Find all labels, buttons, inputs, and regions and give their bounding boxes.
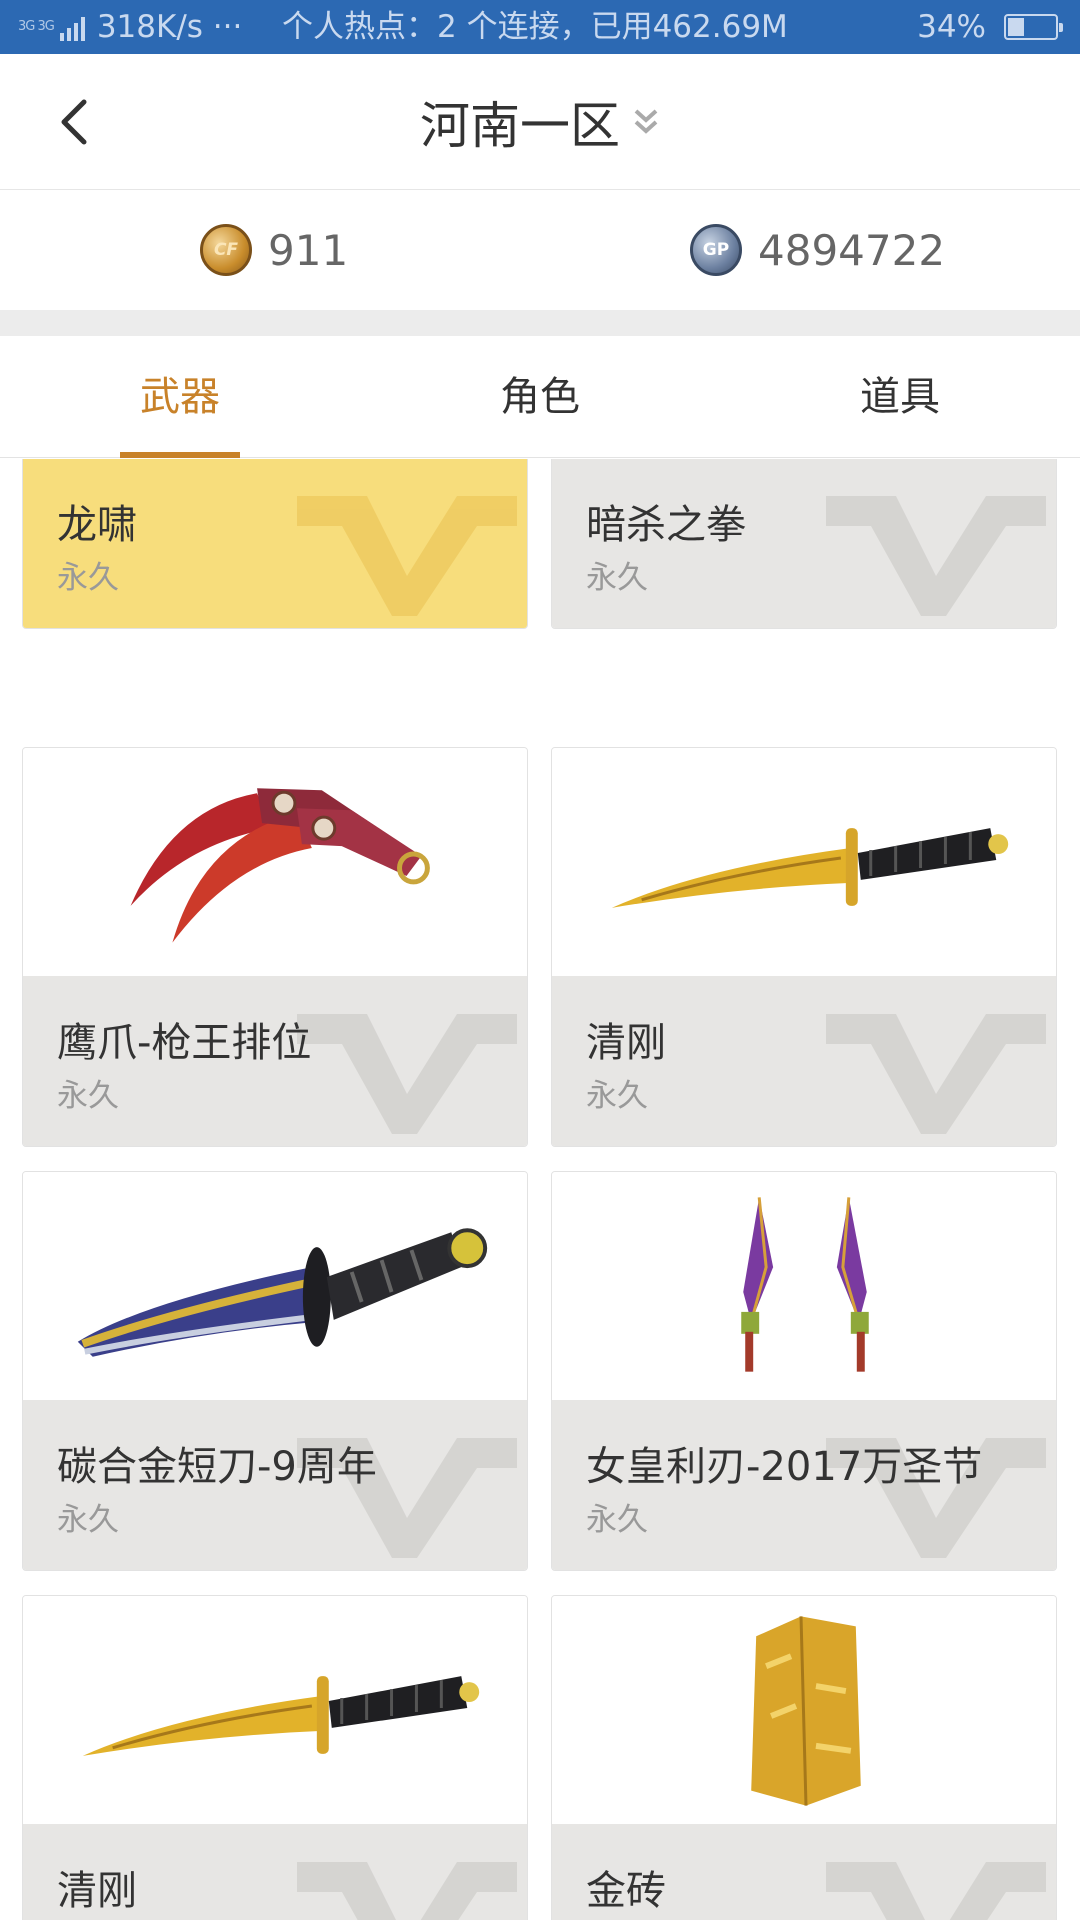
gold-brick-icon — [751, 1616, 861, 1806]
item-info: 鹰爪-枪王排位 永久 — [23, 976, 527, 1146]
item-image — [552, 748, 1056, 976]
item-duration: 永久 — [586, 560, 648, 596]
item-card[interactable]: 鹰爪-枪王排位 永久 — [22, 747, 528, 1147]
item-name: 清刚 — [57, 1868, 137, 1914]
item-card[interactable]: 清刚 永久 — [22, 1595, 528, 1920]
cf-coin-icon: CF — [200, 224, 252, 276]
network-speed: 318K/s ··· — [96, 9, 243, 45]
cf-watermark-icon — [297, 496, 517, 616]
item-info: 清刚 永久 — [552, 976, 1056, 1146]
combat-knife-icon — [77, 1228, 488, 1357]
item-card[interactable]: 金砖 永久 — [551, 1595, 1057, 1920]
status-bar: 3G 3G 318K/s ··· 个人热点：2 个连接，已用462.69M 34… — [0, 0, 1080, 54]
category-tabs: 武器 角色 道具 — [0, 336, 1080, 458]
tab-characters[interactable]: 角色 — [360, 336, 720, 458]
item-duration: 永久 — [57, 560, 119, 596]
item-info: 金砖 永久 — [552, 1824, 1056, 1920]
karambit-claw-icon — [130, 788, 430, 943]
gp-points-value: 4894722 — [758, 225, 946, 275]
cf-points-value: 911 — [268, 225, 349, 275]
twin-daggers-icon — [741, 1197, 869, 1372]
tab-items[interactable]: 道具 — [720, 336, 1080, 458]
item-name: 女皇利刃-2017万圣节 — [586, 1444, 983, 1490]
item-image — [23, 1172, 527, 1400]
active-tab-indicator — [120, 452, 240, 458]
hotspot-status: 个人热点：2 个连接，已用462.69M — [282, 9, 788, 45]
item-name: 清刚 — [586, 1020, 666, 1066]
item-card[interactable]: 女皇利刃-2017万圣节 永久 — [551, 1171, 1057, 1571]
cf-watermark-icon — [297, 1014, 517, 1134]
double-chevron-down-icon — [634, 109, 658, 134]
network-indicator: 3G 3G 318K/s ··· — [18, 0, 242, 54]
item-info: 龙啸 永久 — [23, 459, 527, 628]
item-info: 暗杀之拳 永久 — [552, 459, 1056, 628]
item-image — [552, 1172, 1056, 1400]
item-card[interactable]: 清刚 永久 — [551, 747, 1057, 1147]
server-selector[interactable]: 河南一区 — [0, 54, 1080, 190]
item-name: 碳合金短刀-9周年 — [57, 1444, 377, 1490]
network-type-label: 3G 3G — [18, 19, 55, 34]
item-duration: 永久 — [586, 1078, 648, 1114]
item-name: 金砖 — [586, 1868, 666, 1914]
cf-watermark-icon — [826, 1014, 1046, 1134]
cf-watermark-icon — [297, 1862, 517, 1920]
item-duration: 永久 — [57, 1078, 119, 1114]
section-divider — [0, 310, 1080, 336]
item-info: 女皇利刃-2017万圣节 永久 — [552, 1400, 1056, 1570]
item-card[interactable]: 暗杀之拳 永久 — [551, 459, 1057, 629]
item-info: 清刚 永久 — [23, 1824, 527, 1920]
header: 河南一区 — [0, 54, 1080, 190]
golden-knife-icon — [611, 828, 1009, 908]
battery-icon — [1004, 14, 1063, 40]
item-name: 鹰爪-枪王排位 — [57, 1020, 312, 1066]
item-image — [552, 1596, 1056, 1824]
item-image — [23, 1596, 527, 1824]
item-name: 龙啸 — [57, 502, 137, 548]
item-grid: 龙啸 永久 暗杀之拳 永久 鹰爪-枪王排位 永久 清刚 永久 碳合金短刀-9周年… — [0, 459, 1080, 1920]
cf-points: CF 911 — [200, 190, 348, 310]
item-card[interactable]: 碳合金短刀-9周年 永久 — [22, 1171, 528, 1571]
item-duration: 永久 — [57, 1502, 119, 1538]
tab-weapons[interactable]: 武器 — [0, 336, 360, 458]
gp-points: GP 4894722 — [690, 190, 945, 310]
battery-percent: 34% — [917, 9, 986, 45]
page-title: 河南一区 — [420, 97, 620, 155]
item-image — [23, 748, 527, 976]
signal-icon — [59, 13, 85, 41]
item-card[interactable]: 龙啸 永久 — [22, 459, 528, 629]
cf-watermark-icon — [826, 1862, 1046, 1920]
cf-watermark-icon — [826, 496, 1046, 616]
item-name: 暗杀之拳 — [586, 502, 746, 548]
item-duration: 永久 — [586, 1502, 648, 1538]
item-info: 碳合金短刀-9周年 永久 — [23, 1400, 527, 1570]
golden-knife-icon — [82, 1676, 480, 1756]
gp-coin-icon: GP — [690, 224, 742, 276]
currency-bar: CF 911 GP 4894722 — [0, 190, 1080, 310]
